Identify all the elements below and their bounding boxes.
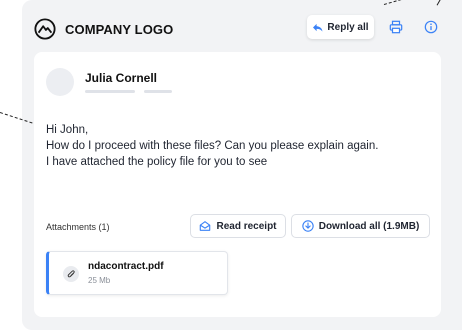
body-line: I have attached the policy file for you … [46, 156, 268, 168]
paperclip-icon [63, 266, 79, 282]
email-card: Julia Cornell Hi John, How do I proceed … [34, 52, 441, 317]
print-icon[interactable] [389, 20, 403, 34]
sender-avatar [46, 68, 74, 96]
sender-meta-placeholder [85, 90, 135, 93]
sender-name: Julia Cornell [85, 71, 158, 85]
attachment-file[interactable]: ndacontract.pdf 25 Mb [46, 251, 228, 295]
download-all-label: Download all (1.9MB) [318, 220, 420, 232]
attachments-label: Attachments (1) [46, 222, 110, 232]
company-logo-icon [34, 18, 56, 40]
reply-icon [313, 23, 323, 32]
reply-all-button[interactable]: Reply all [307, 15, 374, 39]
attachment-file-size: 25 Mb [88, 276, 111, 285]
email-body: Hi John, How do I proceed with these fil… [46, 122, 436, 170]
body-line: How do I proceed with these files? Can y… [46, 140, 379, 152]
company-logo-text: COMPANY LOGO [65, 21, 174, 37]
reply-all-label: Reply all [327, 21, 369, 33]
read-receipt-button[interactable]: Read receipt [190, 214, 286, 238]
info-icon[interactable] [424, 20, 438, 34]
read-receipt-label: Read receipt [216, 220, 277, 232]
download-all-button[interactable]: Download all (1.9MB) [291, 214, 430, 238]
email-header: COMPANY LOGO Reply all [34, 12, 446, 46]
envelope-open-icon [200, 221, 211, 231]
body-line: Hi John, [46, 124, 89, 136]
download-icon [302, 220, 314, 232]
attachment-file-name: ndacontract.pdf [88, 261, 164, 272]
sender-meta-placeholder [144, 90, 172, 93]
